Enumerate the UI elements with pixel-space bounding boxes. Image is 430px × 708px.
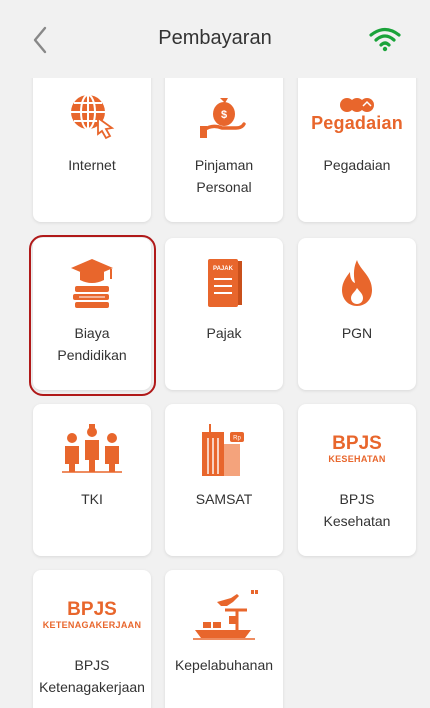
header-bar: Pembayaran — [0, 0, 430, 78]
wifi-icon — [369, 27, 401, 52]
tile-label: Pajak — [206, 325, 242, 341]
tile-label: TKI — [81, 491, 103, 507]
bpjs-kesehatan-subtext: KESEHATAN — [328, 454, 386, 464]
pajak-icon-text: PAJAK — [213, 266, 234, 272]
tile-bpjs-kesehatan[interactable]: BPJS KESEHATAN BPJS Kesehatan — [298, 404, 416, 556]
tile-label: Kepelabuhanan — [174, 657, 274, 673]
workers-icon — [62, 424, 122, 473]
tile-tki[interactable]: TKI — [33, 404, 151, 556]
tile-label: BPJS Kesehatan — [323, 491, 391, 529]
tile-label: Pegadaian — [323, 157, 391, 173]
svg-text:$: $ — [221, 109, 227, 121]
graduation-books-icon — [71, 259, 113, 308]
payment-grid[interactable]: Internet $ Pinjaman Personal Pegadaian P… — [0, 70, 430, 708]
tile-label: PGN — [341, 325, 373, 341]
bpjs-ketenagakerjaan-subtext: KETENAGAKERJAAN — [42, 620, 142, 630]
tile-pajak[interactable]: PAJAK Pajak — [165, 238, 283, 390]
tax-book-icon: PAJAK — [208, 259, 242, 307]
hand-money-bag-icon: $ — [200, 98, 246, 138]
tile-pinjaman-personal[interactable]: $ Pinjaman Personal — [165, 70, 283, 222]
tile-pgn[interactable]: PGN — [298, 238, 416, 390]
flame-icon — [342, 260, 372, 306]
pegadaian-logo-text: Pegadaian — [311, 112, 403, 133]
tile-biaya-pendidikan[interactable]: Biaya Pendidikan — [33, 238, 151, 390]
tile-label: SAMSAT — [195, 491, 253, 507]
bpjs-kesehatan-logo: BPJS — [332, 433, 382, 454]
svg-text:Rp: Rp — [233, 436, 241, 442]
ship-plane-icon — [193, 590, 258, 640]
pegadaian-logo-icon — [340, 97, 374, 112]
building-icon: Rp — [202, 424, 244, 476]
tile-label: Pinjaman Personal — [194, 157, 254, 195]
tile-label: BPJS Ketenagakerjaan — [39, 657, 145, 695]
tile-pegadaian[interactable]: Pegadaian Pegadaian — [298, 70, 416, 222]
globe-cursor-icon — [71, 94, 115, 140]
tile-label: Biaya Pendidikan — [57, 325, 127, 363]
bpjs-ketenagakerjaan-logo: BPJS — [67, 599, 117, 620]
tile-samsat[interactable]: Rp SAMSAT — [165, 404, 283, 556]
tile-label: Internet — [68, 157, 116, 173]
tile-bpjs-ketenagakerjaan[interactable]: BPJS KETENAGAKERJAAN BPJS Ketenagakerjaa… — [33, 570, 151, 708]
tile-kepelabuhanan[interactable]: Kepelabuhanan — [165, 570, 283, 708]
tile-internet[interactable]: Internet — [33, 70, 151, 222]
page-title: Pembayaran — [158, 27, 272, 49]
